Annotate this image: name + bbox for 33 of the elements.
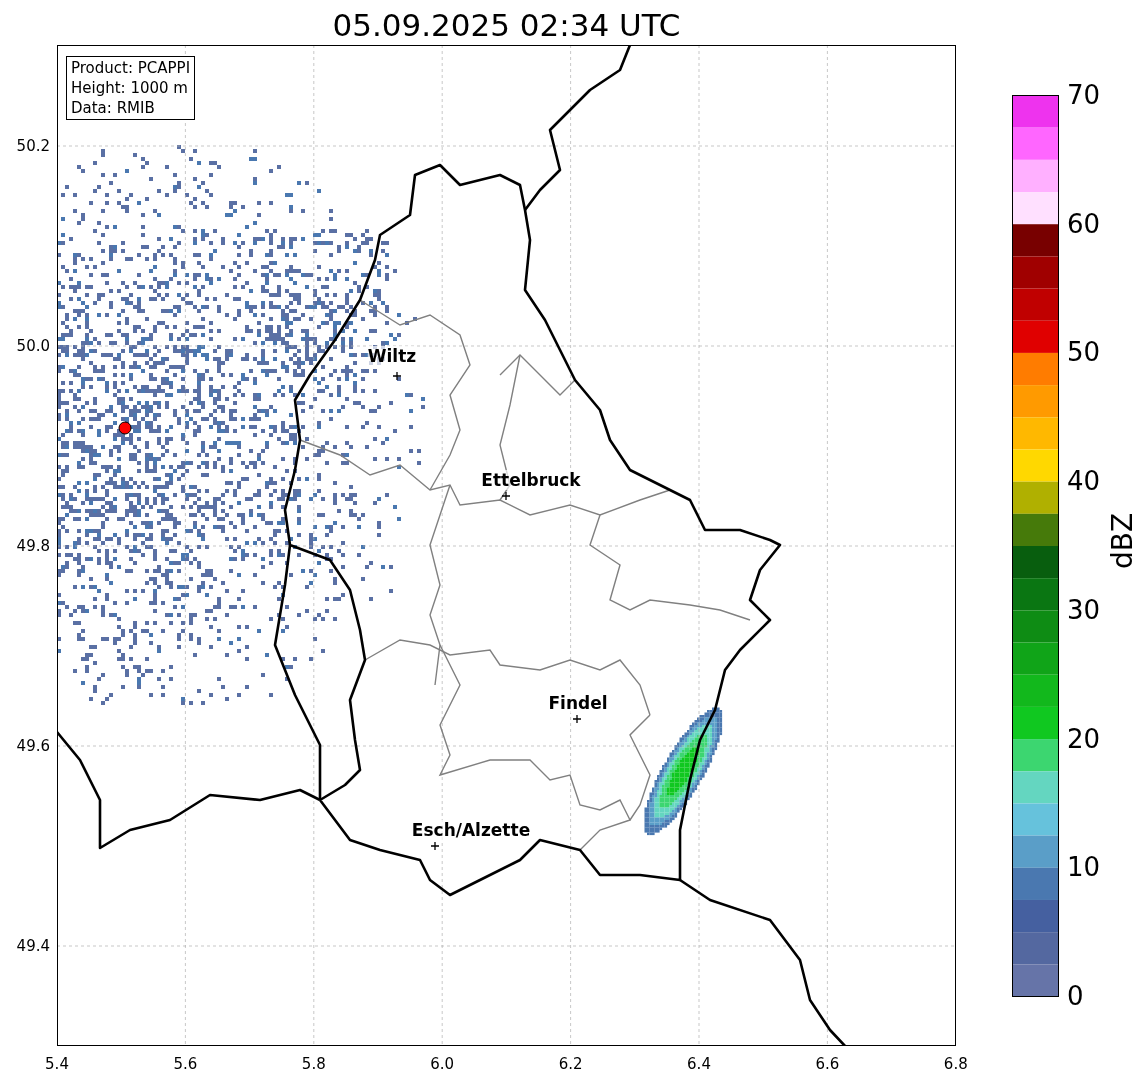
x-tick-label: 5.4 [45,1055,69,1073]
colorbar-tick-label: 10 [1067,852,1101,883]
chart-title: 05.09.2025 02:34 UTC [332,6,681,45]
y-tick-label: 49.8 [16,537,50,555]
y-tick-label: 49.4 [16,937,50,955]
y-tick-label: 50.0 [16,337,50,355]
city-label: Esch/Alzette [411,820,531,840]
colorbar-tick-label: 70 [1067,80,1101,110]
colorbar-tick-label: 40 [1067,466,1101,497]
colorbar-tick-label: 0 [1067,981,1084,1011]
city-marker-icon [392,371,402,381]
colorbar-tick-label: 20 [1067,723,1101,754]
x-tick-label: 6.4 [687,1055,711,1073]
y-tick-label: 50.2 [16,137,50,155]
city-label: Findel [548,693,608,713]
y-tick-label: 49.6 [16,737,50,755]
x-tick-label: 6.2 [558,1055,583,1073]
colorbar-label: dBZ [1107,512,1140,570]
city-marker-icon [572,714,582,724]
x-tick-label: 6.0 [430,1055,455,1073]
city-label: Wiltz [367,346,417,366]
radar-site-marker [118,421,132,435]
colorbar-tick-label: 50 [1067,337,1101,368]
city-marker-icon [501,491,511,501]
city-marker-icon [430,841,440,851]
x-tick-label: 6.6 [815,1055,840,1073]
x-tick-label: 5.6 [173,1055,198,1073]
info-box: Product: PCAPPI Height: 1000 m Data: RMIB [66,56,196,120]
colorbar-tick-label: 30 [1067,594,1101,625]
colorbar-tick-label: 60 [1067,208,1101,239]
x-tick-label: 6.8 [943,1055,968,1073]
x-tick-label: 5.8 [301,1055,326,1073]
city-label: Ettelbruck [481,470,581,490]
